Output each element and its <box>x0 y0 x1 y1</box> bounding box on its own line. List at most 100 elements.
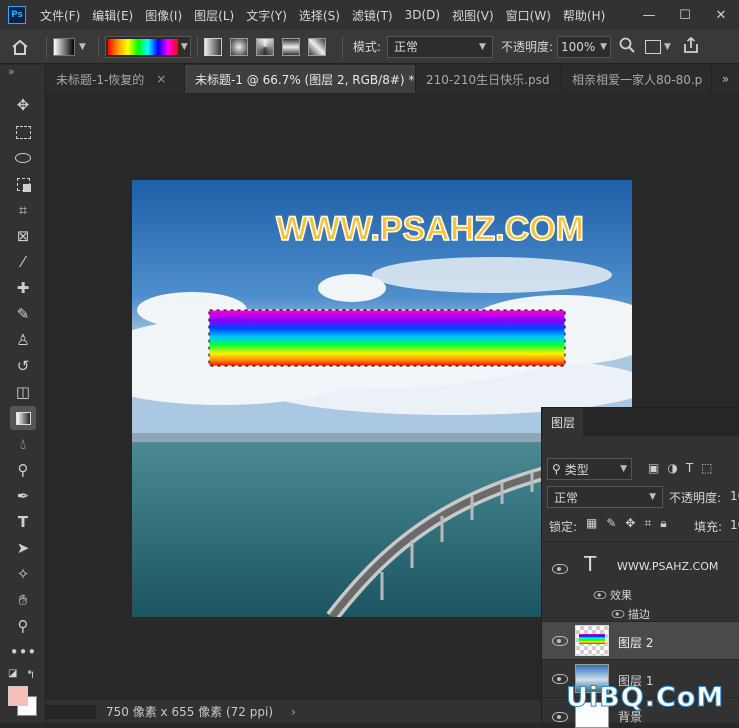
object-selection-tool-icon[interactable] <box>10 172 36 196</box>
dodge-tool-icon[interactable]: ⚲ <box>10 458 36 482</box>
history-brush-tool-icon[interactable]: ↺ <box>10 354 36 378</box>
zoom-field[interactable] <box>46 704 96 719</box>
minimize-button[interactable]: — <box>631 0 667 30</box>
linear-gradient-button[interactable] <box>203 37 222 56</box>
tab-close-button[interactable]: × <box>156 72 166 86</box>
fill-value[interactable]: 10 <box>730 518 739 532</box>
adjustment-filter-icon[interactable]: ◑ <box>667 461 677 475</box>
maximize-button[interactable]: ☐ <box>667 0 703 30</box>
type-tool-icon[interactable]: T <box>10 510 36 534</box>
menu-type[interactable]: 文字(Y) <box>246 7 287 24</box>
menu-edit[interactable]: 编辑(E) <box>92 7 133 24</box>
type-filter-icon[interactable]: T <box>686 461 693 475</box>
menu-select[interactable]: 选择(S) <box>299 7 340 24</box>
divider <box>97 35 99 58</box>
status-menu-button[interactable]: › <box>291 705 296 719</box>
visibility-eye-icon[interactable] <box>552 712 568 722</box>
opacity-field[interactable]: 100% ▼ <box>557 35 612 58</box>
photoshop-logo-icon: Ps <box>8 6 26 24</box>
gradient-picker[interactable]: ▼ <box>104 35 191 58</box>
diamond-gradient-button[interactable] <box>307 37 326 56</box>
menu-view[interactable]: 视图(V) <box>452 7 494 24</box>
layer-row-layer-2[interactable]: 图层 2 <box>542 621 739 659</box>
healing-brush-tool-icon[interactable]: ✚ <box>10 276 36 300</box>
layers-panel: 图层 ⚲ 类型 ▼ ▣ ◑ T ⬚ 正常 ▼ 不透明度: 10 锁定: ▦ ✎ … <box>541 407 739 728</box>
blend-mode-select[interactable]: 正常 ▼ <box>547 486 663 508</box>
layer-opacity-value[interactable]: 10 <box>730 489 739 503</box>
clone-stamp-tool-icon[interactable]: ♙ <box>10 328 36 352</box>
document-tabs: 未标题-1-恢复的 × 未标题-1 @ 66.7% (图层 2, RGB/8#) … <box>46 65 739 93</box>
layer-thumbnail <box>575 625 609 656</box>
lasso-tool-icon[interactable] <box>10 146 36 170</box>
share-button[interactable] <box>683 36 699 56</box>
radial-gradient-button[interactable] <box>229 37 248 56</box>
divider <box>341 35 343 58</box>
options-bar: ▼ ▼ 模式: 正常 ▼ 不透明度: 100% ▼ ▼ <box>0 30 739 64</box>
chevron-down-icon: ▼ <box>600 41 608 52</box>
reflected-gradient-button[interactable] <box>281 37 300 56</box>
lock-pixels-icon[interactable]: ✎ <box>606 516 616 531</box>
layer-name: 图层 2 <box>618 636 654 650</box>
lock-transparent-icon[interactable]: ▦ <box>586 516 597 531</box>
path-selection-tool-icon[interactable]: ➤ <box>10 536 36 560</box>
shape-tool-icon[interactable]: ✧ <box>10 562 36 586</box>
chevron-down-icon: ▼ <box>180 41 188 52</box>
mode-label: 模式: <box>352 40 381 54</box>
angle-gradient-button[interactable] <box>255 37 274 56</box>
mode-select[interactable]: 正常 ▼ <box>386 35 493 58</box>
lock-label: 锁定: <box>549 520 578 534</box>
swap-colors-icon[interactable]: ↰ <box>26 668 35 681</box>
visibility-eye-icon[interactable] <box>552 636 568 646</box>
lock-all-icon[interactable]: 🔒︎ <box>660 516 666 531</box>
search-button[interactable] <box>619 37 635 56</box>
shape-filter-icon[interactable]: ⬚ <box>701 461 712 475</box>
tab-untitled-recovered[interactable]: 未标题-1-恢复的 × <box>46 65 185 93</box>
close-button[interactable]: ✕ <box>703 0 739 30</box>
workspace-button[interactable]: ▼ <box>645 39 671 54</box>
menu-image[interactable]: 图像(I) <box>145 7 182 24</box>
menu-filter[interactable]: 滤镜(T) <box>352 7 393 24</box>
tab-untitled-1-active[interactable]: 未标题-1 @ 66.7% (图层 2, RGB/8#) *× <box>185 65 416 93</box>
chevron-down-icon: ▼ <box>620 464 627 474</box>
image-filter-icon[interactable]: ▣ <box>648 461 659 475</box>
stroke-effect-eye-icon[interactable] <box>611 610 625 618</box>
layer-row-text[interactable]: T WWW.PSAHZ.COM 效果 描边 <box>542 541 739 621</box>
default-colors-icon[interactable]: ◪ <box>8 668 17 679</box>
tab-layers[interactable]: 图层 <box>543 408 583 436</box>
lock-position-icon[interactable]: ✥ <box>625 516 635 531</box>
eyedropper-tool-icon[interactable]: ⁄ <box>10 250 36 274</box>
tab-birthday-psd[interactable]: 210-210生日快乐.psd× <box>416 65 562 93</box>
move-tool-icon[interactable]: ✥ <box>10 93 36 117</box>
zoom-tool-icon[interactable]: ⚲ <box>10 614 36 638</box>
menu-3d[interactable]: 3D(D) <box>405 8 440 22</box>
brush-tool-icon[interactable]: ✎ <box>10 302 36 326</box>
gradient-tool-icon[interactable] <box>10 406 36 430</box>
effects-eye-icon[interactable] <box>593 591 607 599</box>
eraser-tool-icon[interactable]: ◫ <box>10 380 36 404</box>
stroke-effect-label: 描边 <box>628 608 650 621</box>
blur-tool-icon[interactable]: 💧︎ <box>10 432 36 456</box>
pen-tool-icon[interactable]: ✒ <box>10 484 36 508</box>
visibility-eye-icon[interactable] <box>552 564 568 574</box>
tab-family-80[interactable]: 相亲相爱一家人80-80.p <box>562 65 712 93</box>
layer-filter-select[interactable]: ⚲ 类型 ▼ <box>547 458 632 480</box>
menu-file[interactable]: 文件(F) <box>40 7 80 24</box>
tool-preset-picker[interactable]: ▼ <box>53 37 86 56</box>
workspace-icon <box>645 39 662 54</box>
gradient-tool-preset-icon <box>53 37 75 56</box>
menu-layer[interactable]: 图层(L) <box>194 7 234 24</box>
menu-help[interactable]: 帮助(H) <box>563 7 605 24</box>
frame-tool-icon[interactable]: ⊠ <box>10 224 36 248</box>
window-controls: — ☐ ✕ <box>631 0 739 30</box>
tabs-overflow-button[interactable]: » <box>712 65 739 93</box>
marquee-tool-icon[interactable] <box>10 120 36 144</box>
menu-window[interactable]: 窗口(W) <box>506 7 551 24</box>
divider <box>46 35 47 58</box>
foreground-color-swatch[interactable] <box>8 686 28 706</box>
crop-tool-icon[interactable]: ⌗ <box>10 198 36 222</box>
home-button[interactable] <box>0 30 40 64</box>
lock-artboard-icon[interactable]: ⌗ <box>644 516 651 531</box>
more-tools-icon[interactable]: ••• <box>10 640 37 664</box>
collapse-toolbar-button[interactable]: » <box>8 65 15 78</box>
hand-tool-icon[interactable]: ✋︎ <box>10 588 36 612</box>
